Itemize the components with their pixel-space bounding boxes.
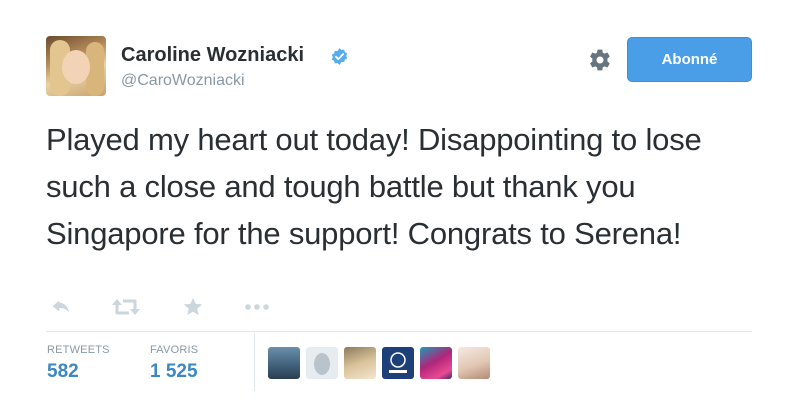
gear-icon[interactable] xyxy=(588,48,612,72)
favoriter-avatar-2[interactable] xyxy=(306,347,338,379)
favorite-icon[interactable] xyxy=(182,296,204,318)
verified-badge-icon xyxy=(331,48,348,65)
team-crest-icon xyxy=(389,352,407,373)
follow-button[interactable]: Abonné xyxy=(627,37,752,82)
retweet-icon[interactable] xyxy=(112,296,140,318)
avatar-face xyxy=(62,50,90,84)
stats-divider xyxy=(46,331,752,332)
reply-icon[interactable] xyxy=(50,296,72,318)
favoriter-avatar-1[interactable] xyxy=(268,347,300,379)
default-egg-icon xyxy=(314,353,330,375)
user-name[interactable]: Caroline Wozniacki xyxy=(121,44,304,67)
favorites-count[interactable]: 1 525 xyxy=(150,361,198,383)
tweet-card: Caroline Wozniacki @CaroWozniacki Abonné… xyxy=(0,0,800,404)
favoriter-avatar-5[interactable] xyxy=(420,347,452,379)
favoriter-avatar-3[interactable] xyxy=(344,347,376,379)
more-icon[interactable] xyxy=(244,296,270,318)
user-handle[interactable]: @CaroWozniacki xyxy=(121,72,245,90)
favorites-label: FAVORIS xyxy=(150,344,199,356)
retweets-count[interactable]: 582 xyxy=(47,361,79,383)
favoriter-avatar-6[interactable] xyxy=(458,347,490,379)
retweets-label: RETWEETS xyxy=(47,344,110,356)
tweet-text: Played my heart out today! Disappointing… xyxy=(46,122,702,251)
favoriter-avatar-4[interactable] xyxy=(382,347,414,379)
profile-avatar[interactable] xyxy=(46,36,106,96)
stats-vertical-divider xyxy=(254,333,255,391)
